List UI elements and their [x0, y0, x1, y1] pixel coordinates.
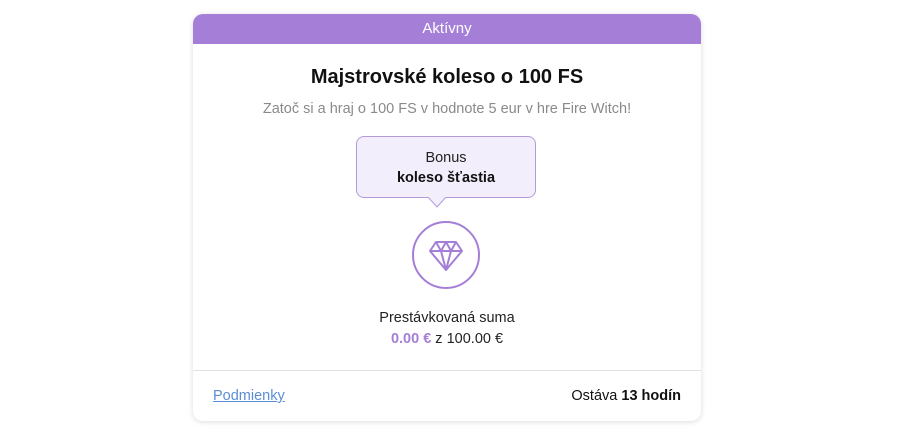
footer-divider: [193, 370, 701, 371]
terms-link[interactable]: Podmienky: [213, 388, 285, 404]
diamond-icon: [429, 241, 463, 271]
time-remaining-prefix: Ostáva: [571, 388, 622, 404]
bonus-type-label: Bonus: [425, 150, 467, 166]
wagered-current: 0.00 €: [390, 331, 432, 347]
wagered-separator: z: [431, 331, 447, 347]
card-title: Majstrovské koleso o 100 FS: [310, 66, 584, 88]
bonus-type-tooltip: Bonus koleso šťastia: [356, 136, 536, 198]
time-remaining: Ostáva 13 hodín: [571, 388, 681, 404]
card-description: Zatoč si a hraj o 100 FS v hodnote 5 eur…: [262, 101, 632, 117]
time-remaining-value: 13 hodín: [621, 388, 681, 404]
wagered-amount-values: 0.00 € z 100.00 €: [193, 331, 701, 347]
wagered-total: 100.00 €: [446, 331, 504, 347]
bonus-icon-badge: [412, 221, 480, 289]
wagered-amount-label: Prestávkovaná suma: [379, 310, 515, 326]
status-banner: Aktívny: [193, 14, 701, 44]
bonus-type-value: koleso šťastia: [396, 170, 496, 186]
bonus-card: Aktívny Majstrovské koleso o 100 FS Zato…: [193, 14, 701, 421]
